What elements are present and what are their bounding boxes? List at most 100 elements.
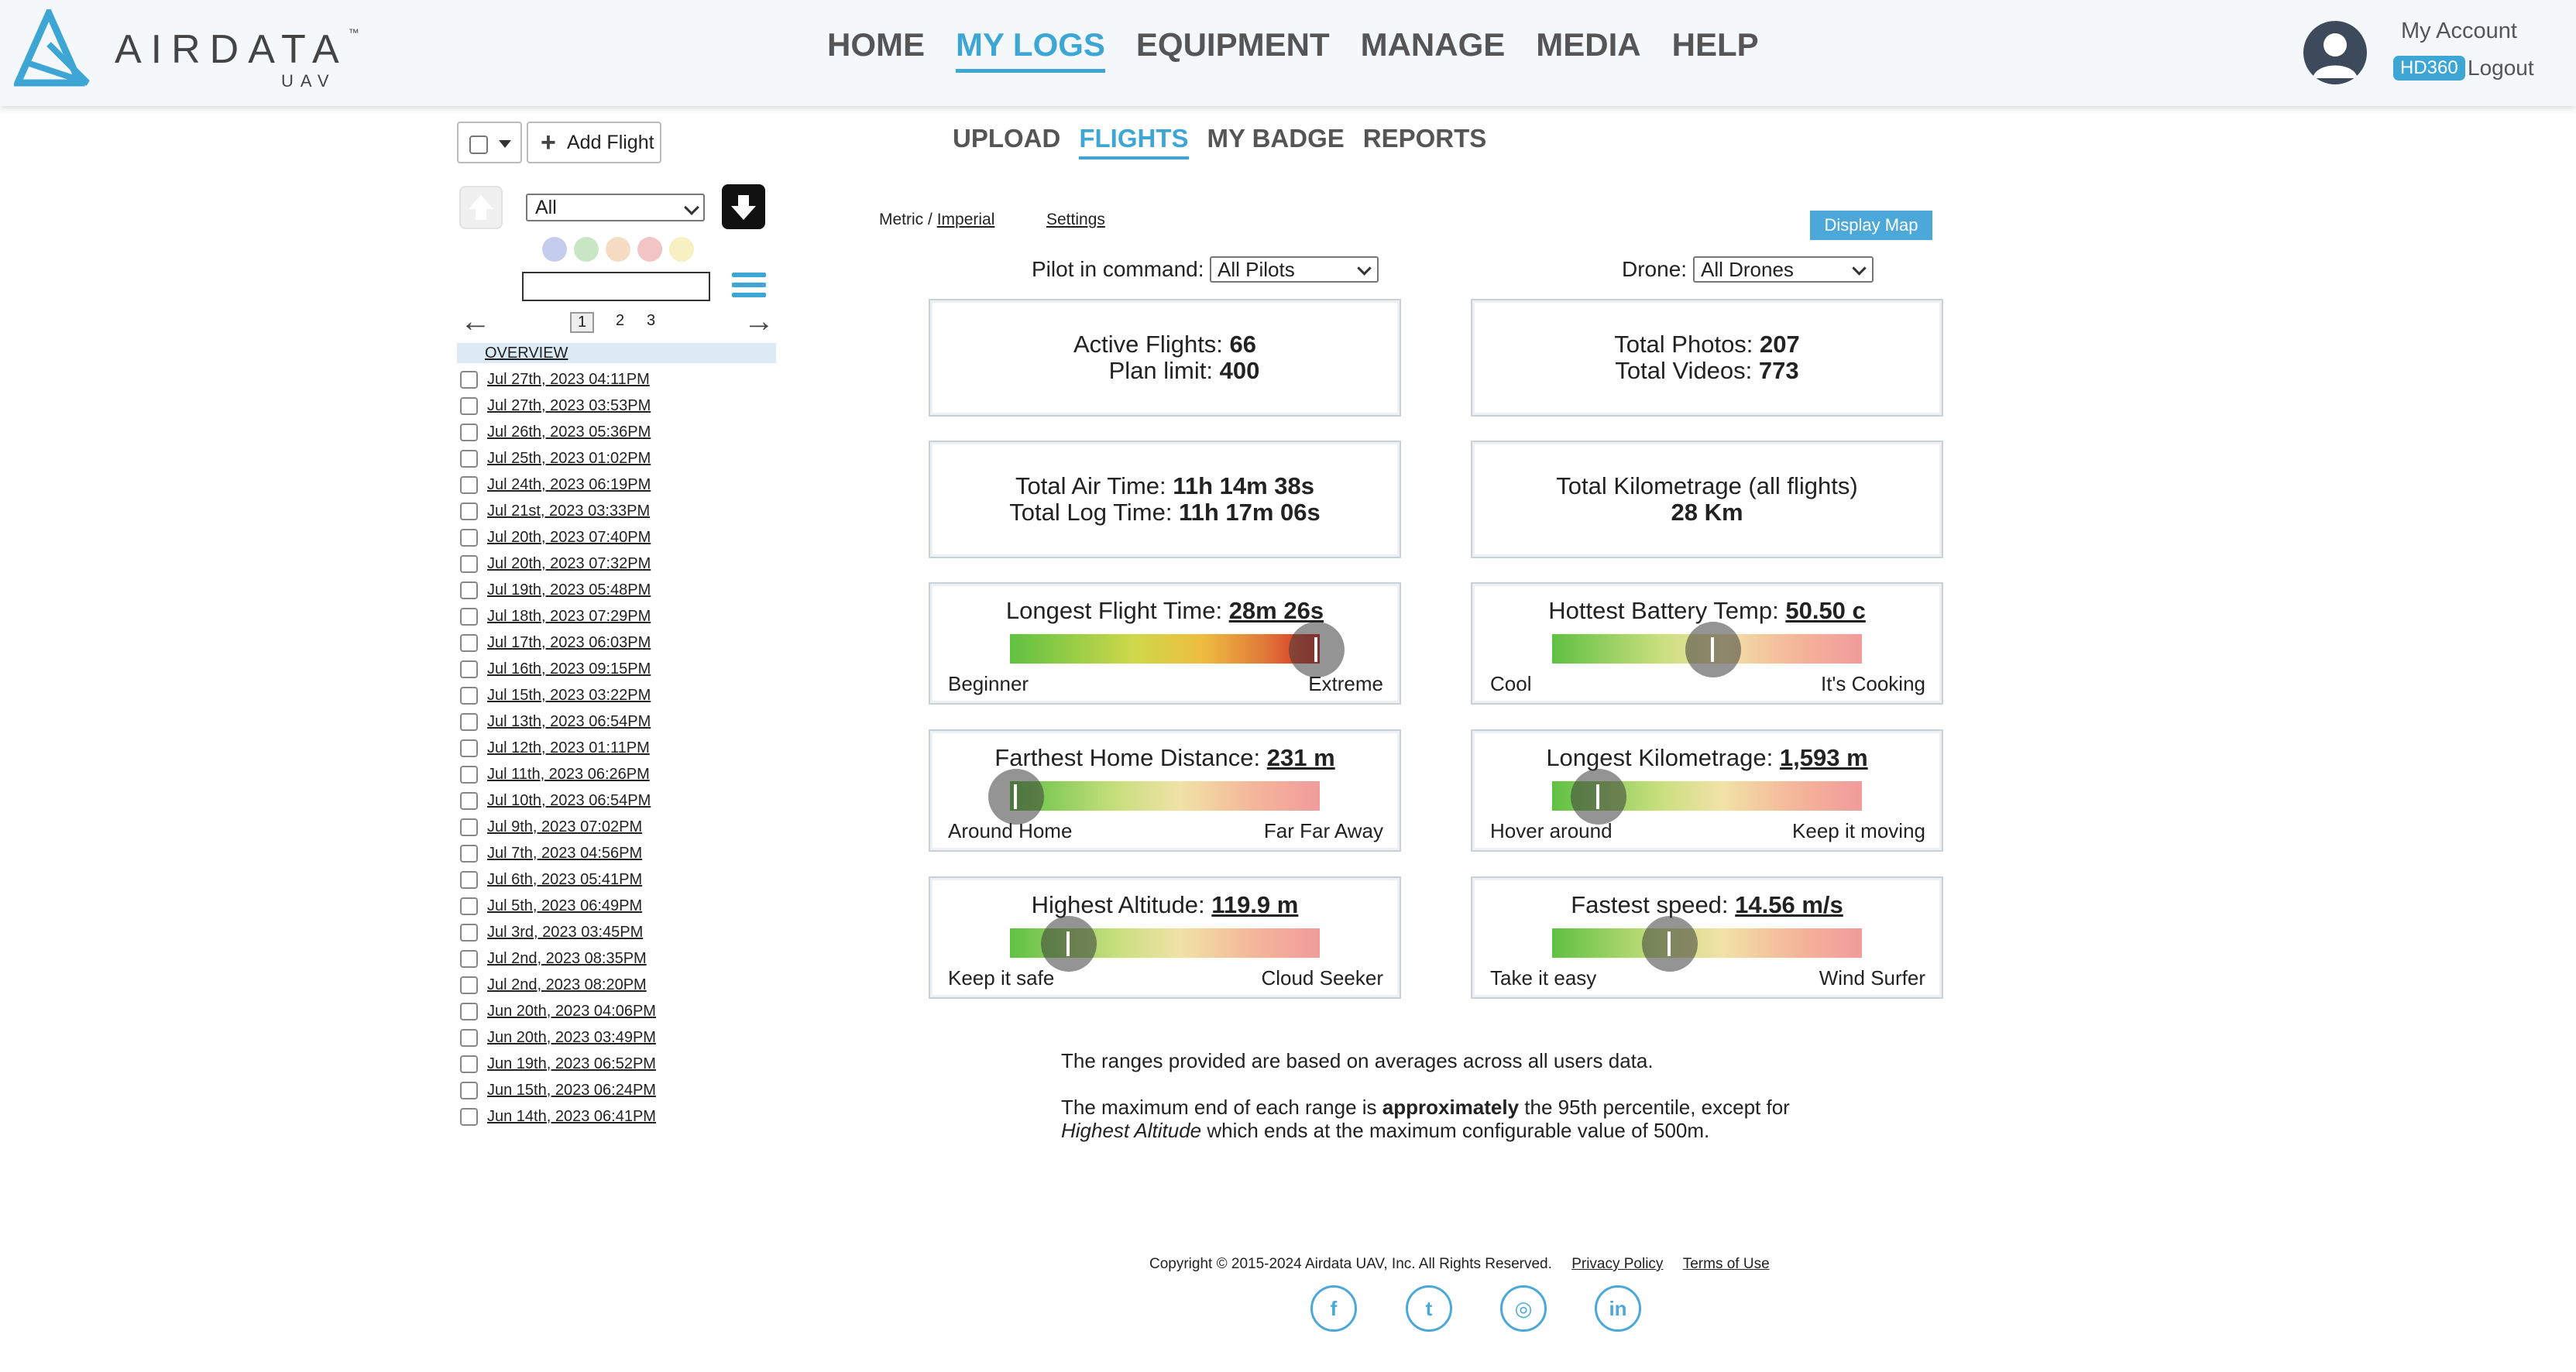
select-all-checkbox[interactable] xyxy=(469,135,488,154)
facebook-icon[interactable]: f xyxy=(1310,1285,1357,1332)
flight-link[interactable]: Jul 18th, 2023 07:29PM xyxy=(487,608,651,626)
imperial-option[interactable]: Imperial xyxy=(937,211,995,228)
flight-link[interactable]: Jul 20th, 2023 07:32PM xyxy=(487,555,651,573)
instagram-icon[interactable]: ◎ xyxy=(1500,1285,1547,1332)
flight-checkbox[interactable] xyxy=(460,712,478,731)
flight-checkbox[interactable] xyxy=(460,370,478,389)
gauge-value-link[interactable]: 1,593 m xyxy=(1780,744,1868,771)
metric-option[interactable]: Metric xyxy=(879,211,923,228)
flight-checkbox[interactable] xyxy=(460,739,478,757)
upload-arrow-button[interactable] xyxy=(459,186,503,229)
my-account-link[interactable]: My Account xyxy=(2401,19,2517,44)
flight-link[interactable]: Jul 6th, 2023 05:41PM xyxy=(487,871,642,889)
menu-icon[interactable] xyxy=(732,273,766,304)
flight-link[interactable]: Jul 13th, 2023 06:54PM xyxy=(487,713,651,731)
flight-checkbox[interactable] xyxy=(460,633,478,652)
flight-link[interactable]: Jul 10th, 2023 06:54PM xyxy=(487,792,651,810)
color-tag-green[interactable] xyxy=(574,237,599,262)
color-tag-blue[interactable] xyxy=(542,237,567,262)
flight-checkbox[interactable] xyxy=(460,554,478,573)
nav-home[interactable]: HOME xyxy=(827,26,925,73)
terms-of-use-link[interactable]: Terms of Use xyxy=(1683,1256,1770,1272)
flight-link[interactable]: Jul 12th, 2023 01:11PM xyxy=(487,739,650,757)
gauge-value-link[interactable]: 28m 26s xyxy=(1229,597,1324,624)
flight-checkbox[interactable] xyxy=(460,818,478,836)
flight-checkbox[interactable] xyxy=(460,502,478,520)
flight-checkbox[interactable] xyxy=(460,923,478,942)
flight-link[interactable]: Jul 25th, 2023 01:02PM xyxy=(487,450,651,468)
flight-checkbox[interactable] xyxy=(460,396,478,415)
flight-link[interactable]: Jul 27th, 2023 04:11PM xyxy=(487,371,650,389)
gauge-value-link[interactable]: 119.9 m xyxy=(1211,891,1298,918)
flight-checkbox[interactable] xyxy=(460,765,478,784)
overview-link[interactable]: OVERVIEW xyxy=(457,343,776,363)
gauge-value-link[interactable]: 14.56 m/s xyxy=(1735,891,1843,918)
flight-link[interactable]: Jun 19th, 2023 06:52PM xyxy=(487,1055,656,1073)
arrow-right-icon[interactable]: → xyxy=(744,306,775,337)
flight-checkbox[interactable] xyxy=(460,607,478,626)
flight-checkbox[interactable] xyxy=(460,791,478,810)
flight-link[interactable]: Jul 21st, 2023 03:33PM xyxy=(487,502,650,520)
flight-search-input[interactable] xyxy=(522,272,710,301)
nav-help[interactable]: HELP xyxy=(1672,26,1759,73)
airdata-logo[interactable]: AIRDATA™ UAV xyxy=(12,4,359,91)
flight-link[interactable]: Jul 11th, 2023 06:26PM xyxy=(487,766,650,784)
flight-checkbox[interactable] xyxy=(460,1055,478,1073)
flight-link[interactable]: Jun 20th, 2023 04:06PM xyxy=(487,1003,656,1020)
page-2[interactable]: 2 xyxy=(616,312,624,330)
flight-checkbox[interactable] xyxy=(460,528,478,547)
flight-checkbox[interactable] xyxy=(460,1081,478,1099)
flight-checkbox[interactable] xyxy=(460,870,478,889)
download-button[interactable] xyxy=(722,184,765,229)
flight-checkbox[interactable] xyxy=(460,1107,478,1126)
flight-checkbox[interactable] xyxy=(460,449,478,468)
logout-link[interactable]: Logout xyxy=(2468,56,2534,81)
settings-link[interactable]: Settings xyxy=(1046,211,1105,229)
pilot-select[interactable]: All Pilots xyxy=(1210,256,1379,283)
page-1[interactable]: 1 xyxy=(570,312,595,333)
flight-checkbox[interactable] xyxy=(460,1028,478,1047)
nav-equipment[interactable]: EQUIPMENT xyxy=(1136,26,1330,73)
color-tag-yellow[interactable] xyxy=(669,237,694,262)
flight-checkbox[interactable] xyxy=(460,949,478,968)
flight-link[interactable]: Jul 20th, 2023 07:40PM xyxy=(487,529,651,547)
user-avatar-icon[interactable] xyxy=(2303,21,2367,84)
nav-media[interactable]: MEDIA xyxy=(1536,26,1640,73)
flight-checkbox[interactable] xyxy=(460,897,478,915)
flight-link[interactable]: Jun 14th, 2023 06:41PM xyxy=(487,1108,656,1126)
color-tag-orange[interactable] xyxy=(606,237,630,262)
flight-link[interactable]: Jul 9th, 2023 07:02PM xyxy=(487,818,642,836)
gauge-value-link[interactable]: 231 m xyxy=(1267,744,1335,771)
privacy-policy-link[interactable]: Privacy Policy xyxy=(1571,1256,1663,1272)
flight-link[interactable]: Jul 19th, 2023 05:48PM xyxy=(487,581,651,599)
nav-my-logs[interactable]: MY LOGS xyxy=(956,26,1105,73)
nav-manage[interactable]: MANAGE xyxy=(1361,26,1506,73)
tab-reports[interactable]: REPORTS xyxy=(1363,124,1487,159)
flight-checkbox[interactable] xyxy=(460,976,478,994)
flight-checkbox[interactable] xyxy=(460,686,478,705)
page-3[interactable]: 3 xyxy=(647,312,655,330)
add-flight-button[interactable]: + Add Flight xyxy=(527,122,661,163)
flight-link[interactable]: Jul 5th, 2023 06:49PM xyxy=(487,897,642,915)
arrow-left-icon[interactable]: ← xyxy=(460,306,491,337)
flight-link[interactable]: Jul 15th, 2023 03:22PM xyxy=(487,687,651,705)
flight-checkbox[interactable] xyxy=(460,423,478,441)
drone-select[interactable]: All Drones xyxy=(1693,256,1874,283)
gauge-value-link[interactable]: 50.50 c xyxy=(1785,597,1865,624)
flight-link[interactable]: Jul 2nd, 2023 08:35PM xyxy=(487,950,647,968)
flight-link[interactable]: Jul 27th, 2023 03:53PM xyxy=(487,397,651,415)
tab-flights[interactable]: FLIGHTS xyxy=(1079,124,1189,159)
flight-link[interactable]: Jul 26th, 2023 05:36PM xyxy=(487,424,651,441)
flight-link[interactable]: Jul 24th, 2023 06:19PM xyxy=(487,476,651,494)
flight-link[interactable]: Jun 20th, 2023 03:49PM xyxy=(487,1029,656,1047)
twitter-icon[interactable]: t xyxy=(1406,1285,1452,1332)
tab-upload[interactable]: UPLOAD xyxy=(953,124,1060,159)
tab-my-badge[interactable]: MY BADGE xyxy=(1207,124,1345,159)
flight-filter-select[interactable]: All xyxy=(526,194,705,221)
flight-link[interactable]: Jul 3rd, 2023 03:45PM xyxy=(487,924,643,942)
flight-link[interactable]: Jul 7th, 2023 04:56PM xyxy=(487,845,642,863)
select-all-dropdown[interactable] xyxy=(457,122,522,163)
flight-checkbox[interactable] xyxy=(460,660,478,678)
flight-checkbox[interactable] xyxy=(460,1002,478,1020)
flight-checkbox[interactable] xyxy=(460,475,478,494)
